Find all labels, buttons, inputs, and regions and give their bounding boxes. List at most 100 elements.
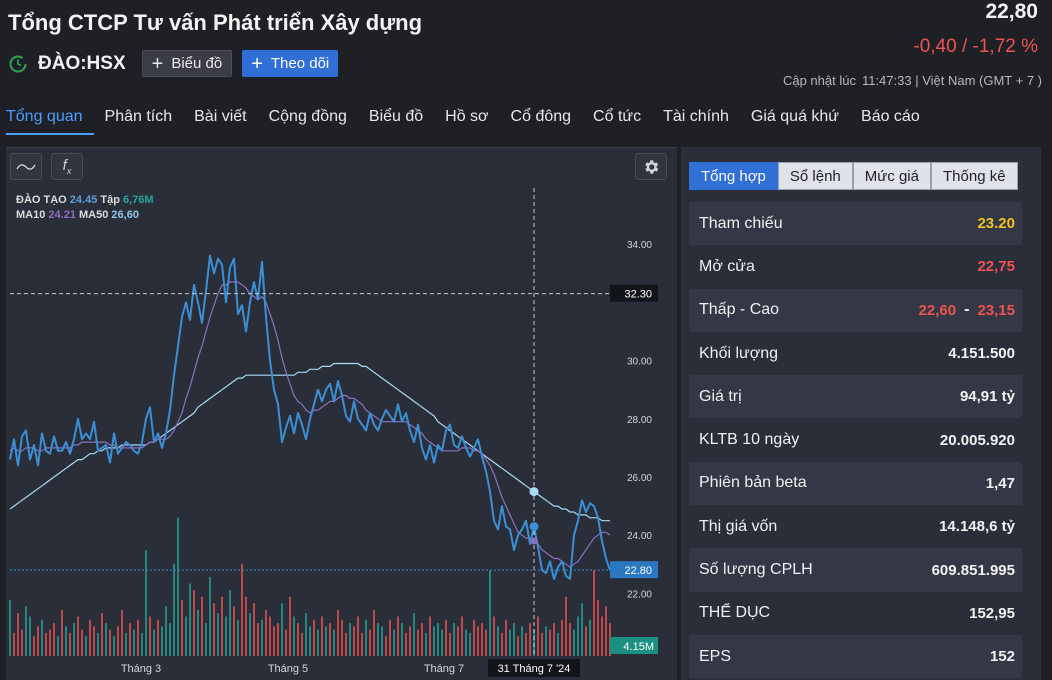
legend-vol-label: Tập: [100, 194, 120, 206]
volume-bar: [381, 626, 383, 656]
volume-bar: [345, 632, 347, 656]
volume-bar: [281, 603, 283, 656]
nav-item-5[interactable]: Hồ sơ: [434, 107, 499, 135]
legend-ma50-label: MA50: [79, 209, 109, 221]
volume-bar: [565, 596, 567, 656]
legend-ma10: 24.21: [48, 209, 76, 221]
volume-bar: [49, 629, 51, 656]
last-volume-label: 4.15M: [623, 641, 654, 653]
volume-bar: [501, 632, 503, 656]
main-nav: Tổng quan Phân tích Bài viết Cộng đồng Biểu …: [6, 107, 931, 135]
ticker-row: ĐÀO:HSX + Biểu đồ + Theo dõi: [8, 50, 339, 77]
current-price: 22,80: [985, 0, 1038, 23]
volume-bar: [429, 616, 431, 656]
tab-0[interactable]: Tổng hợp: [689, 162, 778, 190]
stat-row: Số lượng CPLH 609.851.995: [689, 548, 1022, 592]
ma10-line: [9, 281, 611, 568]
volume-bar: [93, 626, 95, 656]
volume-bar: [489, 570, 491, 656]
update-time: Cập nhật lúc 11:47:33 | Việt Nam (GMT + 7…: [777, 73, 1042, 88]
nav-item-1[interactable]: Phân tích: [94, 107, 184, 135]
volume-bar: [37, 626, 39, 656]
company-title: Tổng CTCP Tư vấn Phát triển Xây dựng: [8, 10, 423, 35]
volume-bar: [141, 632, 143, 656]
volume-bar: [85, 636, 87, 656]
volume-bar: [105, 623, 107, 656]
volume-bar: [313, 619, 315, 656]
nav-item-2[interactable]: Bài viết: [183, 107, 257, 135]
crosshair-dot-price: [529, 522, 539, 532]
nav-item-8[interactable]: Tài chính: [652, 107, 740, 135]
nav-item-10[interactable]: Báo cáo: [850, 107, 931, 135]
stat-label: Mở cửa: [699, 257, 755, 275]
volume-bar: [277, 623, 279, 656]
summary-panel: Tổng hợp Sổ lệnh Mức giá Thống kê Tham chiế…: [681, 147, 1041, 680]
nav-item-6[interactable]: Cổ đông: [500, 107, 583, 135]
legend-vol: 6,76M: [123, 194, 154, 206]
nav-item-0[interactable]: Tổng quan: [6, 107, 94, 135]
stat-row: Thị giá vốn 14.148,6 tỷ: [689, 505, 1022, 548]
volume-bar: [217, 613, 219, 656]
plus-icon: +: [151, 52, 164, 75]
volume-bar: [553, 623, 555, 656]
volume-bar: [233, 606, 235, 656]
volume-bar: [257, 623, 259, 656]
volume-bar: [153, 629, 155, 656]
plus-icon: +: [251, 52, 263, 75]
volume-bar: [377, 623, 379, 656]
y-tick-label: 26.00: [627, 473, 652, 484]
y-tick-label: 28.00: [627, 415, 652, 426]
volume-bar: [341, 619, 343, 656]
legend-ticker: ĐÀO TẠO: [16, 194, 67, 206]
volume-bar: [493, 616, 495, 656]
volume-bar: [225, 616, 227, 656]
nav-item-4[interactable]: Biểu đồ: [358, 107, 434, 135]
volume-bar: [473, 619, 475, 656]
volume-bar: [409, 626, 411, 656]
volume-bar: [177, 517, 179, 656]
tab-3[interactable]: Thống kê: [931, 162, 1018, 190]
stat-row: Phiên bản beta 1,47: [689, 461, 1022, 506]
volume-bar: [389, 619, 391, 656]
volume-bar: [113, 636, 115, 656]
volume-bar: [97, 632, 99, 656]
x-tick-label: Tháng 3: [121, 663, 161, 675]
crosshair-dot-ma10: [530, 537, 538, 545]
stat-value: 4.151.500: [948, 345, 1015, 363]
tab-2[interactable]: Mức giá: [852, 162, 931, 190]
volume-bar: [237, 619, 239, 656]
price-line: [9, 254, 611, 580]
volume-bar: [273, 626, 275, 656]
volume-bar: [301, 632, 303, 656]
stat-label: Khối lượng: [699, 344, 779, 362]
update-value: 11:47:33 | Việt Nam (GMT + 7 ): [861, 73, 1042, 88]
tab-1[interactable]: Sổ lệnh: [777, 162, 853, 190]
stat-value: 94,91 tỷ: [959, 388, 1015, 406]
volume-bar: [201, 596, 203, 656]
price-chart[interactable]: 34.00 30.00 28.00 26.00 24.00 22.00 32.30 22.80…: [6, 148, 677, 680]
nav-item-3[interactable]: Cộng đồng: [258, 107, 358, 135]
follow-button[interactable]: + Theo dõi: [242, 50, 339, 77]
price-box: 22,80 -0,40 / -1,72 %: [913, 0, 1038, 58]
volume-bar: [573, 629, 575, 656]
nav-item-9[interactable]: Giá quá khứ: [740, 107, 850, 135]
stat-label: Số lượng CPLH: [699, 561, 813, 579]
volume-bar: [149, 616, 151, 656]
stat-value: 14.148,6 tỷ: [939, 518, 1015, 536]
y-tick-label: 34.00: [627, 240, 652, 251]
volume-bar: [349, 623, 351, 656]
volume-bar: [505, 619, 507, 656]
volume-bar: [545, 626, 547, 656]
stat-label: Thị giá vốn: [699, 517, 778, 535]
volume-bar: [581, 603, 583, 656]
legend-ma10-label: MA10: [16, 209, 46, 221]
volume-bar: [541, 632, 543, 656]
volume-bar: [57, 636, 59, 656]
nav-item-7[interactable]: Cổ tức: [582, 107, 652, 135]
volume-bar: [17, 613, 19, 656]
chart-button[interactable]: + Biểu đồ: [141, 50, 233, 77]
volume-bar: [521, 626, 523, 656]
volume-bar: [593, 570, 595, 656]
stat-value: 23.20: [977, 215, 1015, 233]
volume-bar: [229, 590, 231, 656]
